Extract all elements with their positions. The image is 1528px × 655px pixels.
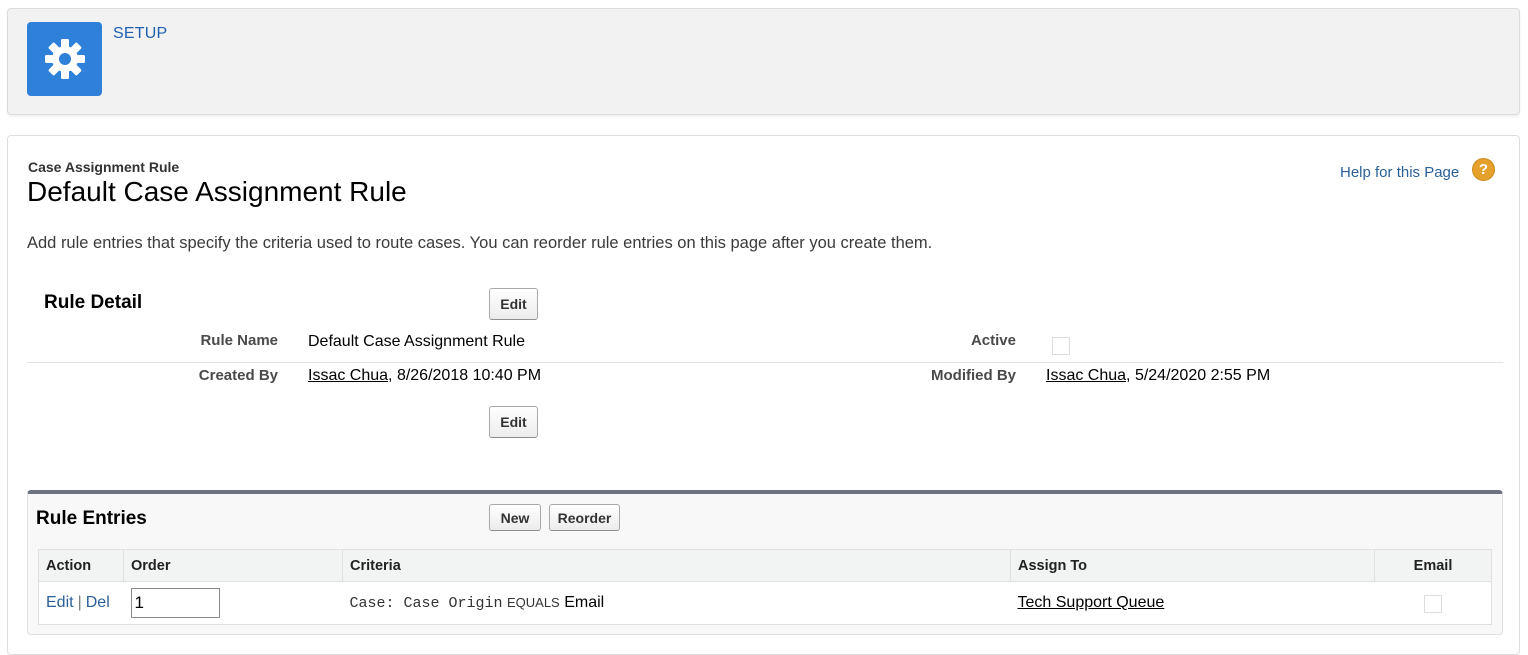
created-by-value: Issac Chua, 8/26/2018 10:40 PM — [308, 367, 541, 385]
modified-by-value: Issac Chua, 5/24/2020 2:55 PM — [1046, 367, 1270, 385]
rule-name-value: Default Case Assignment Rule — [308, 333, 525, 350]
help-icon[interactable]: ? — [1472, 158, 1495, 181]
column-header-order: Order — [123, 549, 343, 582]
criteria-operator: EQUALS — [506, 595, 560, 610]
created-by-label: Created By — [198, 367, 278, 384]
setup-title[interactable]: SETUP — [113, 25, 167, 43]
order-input[interactable] — [130, 588, 220, 618]
criteria-cell: Case: Case Origin EQUALS Email — [343, 582, 1011, 625]
action-cell: Edit | Del — [39, 582, 124, 625]
criteria-field: Case: Case Origin — [349, 595, 503, 612]
detail-divider — [27, 362, 1503, 363]
table-header-row: Action Order Criteria Assign To Email — [38, 549, 1492, 582]
rule-entries-block: Rule Entries New Reorder Action Order Cr… — [27, 490, 1503, 635]
email-cell — [1375, 582, 1492, 625]
new-button[interactable]: New — [489, 504, 541, 531]
created-by-user-link[interactable]: Issac Chua — [308, 367, 388, 384]
modified-by-user-link[interactable]: Issac Chua — [1046, 367, 1126, 384]
column-header-action: Action — [38, 549, 124, 582]
rule-entries-title: Rule Entries — [36, 508, 147, 529]
assign-to-cell: Tech Support Queue — [1011, 582, 1375, 625]
rule-entries-table: Action Order Criteria Assign To Email Ed… — [38, 549, 1492, 625]
setup-header: SETUP — [7, 8, 1520, 115]
modified-by-label: Modified By — [931, 367, 1016, 384]
page-title: Default Case Assignment Rule — [27, 176, 407, 207]
criteria-value: Email — [564, 594, 605, 611]
gear-icon — [44, 39, 85, 79]
table-row: Edit|Del Case: Case Origin EQUALS Email … — [39, 582, 1492, 625]
created-by-date: , 8/26/2018 10:40 PM — [388, 367, 542, 384]
main-panel: Case Assignment Rule Default Case Assign… — [7, 135, 1520, 655]
action-separator: | — [77, 594, 82, 611]
column-header-criteria: Criteria — [342, 549, 1011, 582]
active-checkbox — [1052, 337, 1070, 355]
help-icon-glyph: ? — [1478, 161, 1489, 178]
rule-detail-title: Rule Detail — [44, 292, 143, 313]
edit-button-bottom[interactable]: Edit — [489, 406, 538, 438]
reorder-button[interactable]: Reorder — [549, 504, 620, 531]
edit-button-top[interactable]: Edit — [489, 288, 538, 320]
modified-by-date: , 5/24/2020 2:55 PM — [1126, 367, 1271, 384]
column-header-email: Email — [1374, 549, 1492, 582]
email-checkbox — [1423, 594, 1442, 613]
row-delete-link[interactable]: Del — [86, 594, 110, 611]
rule-name-label: Rule Name — [200, 332, 278, 349]
help-for-this-page-link[interactable]: Help for this Page — [1340, 164, 1459, 181]
setup-gear-tile[interactable] — [27, 22, 102, 96]
active-label: Active — [970, 332, 1016, 349]
assign-to-queue-link[interactable]: Tech Support Queue — [1018, 594, 1165, 611]
page-type-label: Case Assignment Rule — [28, 159, 180, 175]
page-description: Add rule entries that specify the criter… — [27, 234, 933, 252]
column-header-assign-to: Assign To — [1010, 549, 1375, 582]
row-edit-link[interactable]: Edit — [46, 594, 74, 611]
order-cell — [124, 582, 343, 625]
